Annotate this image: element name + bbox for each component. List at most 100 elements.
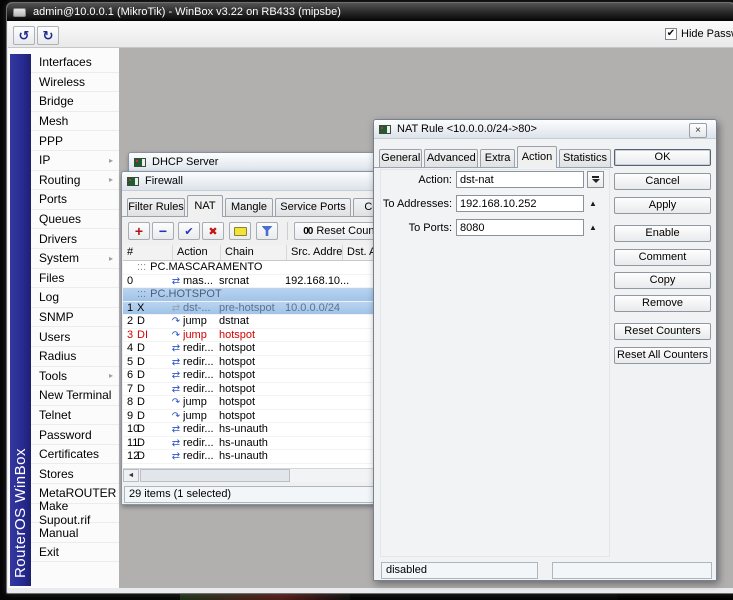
- apply-button[interactable]: Apply: [614, 197, 711, 214]
- scroll-left-button[interactable]: ◄: [123, 469, 139, 482]
- redo-button[interactable]: ↻: [37, 26, 59, 45]
- tab-advanced[interactable]: Advanced: [424, 149, 479, 167]
- tab-mangle[interactable]: Mangle: [225, 198, 273, 216]
- rule-src-address: 192.168.10...: [285, 274, 350, 287]
- sidebar-item-queues[interactable]: Queues: [31, 209, 119, 230]
- sidebar-item-telnet[interactable]: Telnet: [31, 405, 119, 426]
- sidebar-item-exit[interactable]: Exit: [31, 542, 119, 563]
- remove-rule-button[interactable]: −: [152, 222, 174, 240]
- tab-statistics[interactable]: Statistics: [558, 149, 612, 167]
- column-header-src-address[interactable]: Src. Address: [287, 245, 343, 260]
- sidebar-menu: Interfaces Wireless Bridge Mesh PPP IP ▸ Routin…: [31, 53, 119, 563]
- undo-button[interactable]: ↺: [13, 26, 35, 45]
- sidebar-item-files[interactable]: Files: [31, 268, 119, 289]
- column-header-[interactable]: #: [123, 245, 173, 260]
- sidebar-item-ip[interactable]: IP ▸: [31, 150, 119, 171]
- rule-number: 9: [127, 409, 134, 422]
- sidebar-item-log[interactable]: Log: [31, 288, 119, 308]
- add-rule-button[interactable]: +: [128, 222, 150, 240]
- dhcp-window-titlebar[interactable]: DHCP Server: [129, 153, 387, 172]
- reset-counters-button[interactable]: Reset Counters: [614, 323, 711, 340]
- enable-rule-button[interactable]: ✔: [178, 222, 200, 240]
- sidebar-item-label: Telnet: [39, 407, 72, 422]
- tab-extra[interactable]: Extra: [480, 149, 515, 167]
- sidebar-item-certificates[interactable]: Certificates: [31, 444, 119, 465]
- firewall-status-text: 29 items (1 selected): [129, 488, 232, 500]
- sidebar-item-stores[interactable]: Stores: [31, 464, 119, 485]
- sidebar-item-make-supout-rif[interactable]: Make Supout.rif: [31, 499, 119, 527]
- action-dropdown-button[interactable]: [587, 171, 604, 188]
- copy-button[interactable]: Copy: [614, 272, 711, 289]
- tab-action[interactable]: Action: [517, 146, 557, 168]
- rule-flags: D: [137, 409, 145, 422]
- sidebar-item-ppp[interactable]: PPP: [31, 131, 119, 151]
- to-ports-input[interactable]: [456, 219, 584, 236]
- rule-number: 2: [127, 315, 134, 327]
- rule-src-address: 10.0.0.0/24: [285, 301, 341, 314]
- sidebar-item-system[interactable]: System ▸: [31, 248, 119, 269]
- sidebar-item-routing[interactable]: Routing ▸: [31, 170, 119, 191]
- sidebar-item-manual[interactable]: Manual: [31, 523, 119, 543]
- main-toolbar: ↺ ↻ ✔ Hide Password: [8, 21, 733, 48]
- tab-nat[interactable]: NAT: [187, 195, 223, 217]
- sidebar-item-users[interactable]: Users: [31, 327, 119, 347]
- sidebar-item-mesh[interactable]: Mesh: [31, 111, 119, 132]
- filter-button[interactable]: [256, 222, 278, 240]
- sidebar-item-interfaces[interactable]: Interfaces: [31, 53, 119, 73]
- ok-button[interactable]: OK: [614, 149, 711, 166]
- reset-all-counters-button[interactable]: Reset All Counters: [614, 347, 711, 364]
- sidebar-item-tools[interactable]: Tools ▸: [31, 366, 119, 387]
- hide-password-checkbox[interactable]: ✔: [665, 28, 677, 40]
- to-ports-up-icon[interactable]: ▲: [589, 223, 597, 232]
- sidebar-item-label: Ports: [39, 192, 68, 207]
- comment-button[interactable]: Comment: [614, 249, 711, 266]
- cancel-button[interactable]: Cancel: [614, 173, 711, 190]
- enable-button[interactable]: Enable: [614, 225, 711, 242]
- to-addresses-field-label: To Addresses:: [382, 197, 452, 210]
- rule-flags: D: [137, 450, 145, 462]
- submenu-arrow-icon: ▸: [108, 253, 113, 263]
- rule-action: dst-...: [183, 301, 211, 314]
- main-titlebar[interactable]: admin@10.0.0.1 (MikroTik) - WinBox v3.22…: [7, 3, 733, 21]
- to-addresses-input[interactable]: [456, 195, 584, 212]
- column-header-action[interactable]: Action: [173, 245, 221, 260]
- dialog-status-left: disabled: [381, 562, 538, 579]
- sidebar-item-label: Wireless: [39, 74, 86, 89]
- rule-flags: D: [137, 436, 145, 449]
- sidebar-item-new-terminal[interactable]: New Terminal: [31, 386, 119, 406]
- dialog-titlebar[interactable]: NAT Rule <10.0.0.0/24->80>: [374, 120, 716, 139]
- rule-flags: [137, 275, 169, 289]
- sidebar-item-password[interactable]: Password: [31, 425, 119, 445]
- tab-general[interactable]: General: [379, 149, 423, 167]
- sidebar-item-bridge[interactable]: Bridge: [31, 92, 119, 112]
- dialog-close-button[interactable]: ×: [689, 123, 707, 138]
- action-input[interactable]: [456, 171, 584, 188]
- sidebar-item-snmp[interactable]: SNMP: [31, 307, 119, 328]
- to-addresses-up-icon[interactable]: ▲: [589, 199, 597, 208]
- sidebar-item-radius[interactable]: Radius: [31, 346, 119, 367]
- firewall-window-title: Firewall: [145, 175, 183, 187]
- rule-src-address: [283, 450, 363, 464]
- sidebar-item-label: Radius: [39, 349, 77, 364]
- jump-icon: ↷: [171, 329, 181, 341]
- sidebar-item-wireless[interactable]: Wireless: [31, 72, 119, 93]
- sidebar-item-drivers[interactable]: Drivers: [31, 229, 119, 249]
- disable-rule-button[interactable]: ✖: [202, 222, 224, 240]
- hide-password-control[interactable]: ✔ Hide Password: [665, 28, 733, 40]
- remove-button[interactable]: Remove: [614, 295, 711, 312]
- hide-password-label: Hide Password: [681, 28, 733, 40]
- rule-flags: D: [137, 342, 145, 354]
- comment-button[interactable]: [229, 222, 251, 240]
- redirect-icon: ⇄: [171, 383, 181, 395]
- rule-number: 8: [127, 396, 134, 408]
- tab-service-ports[interactable]: Service Ports: [275, 198, 351, 216]
- sidebar-item-ports[interactable]: Ports: [31, 190, 119, 210]
- redirect-icon: ⇄: [171, 356, 181, 368]
- tab-filter-rules[interactable]: Filter Rules: [127, 198, 185, 216]
- column-header-chain[interactable]: Chain: [221, 245, 287, 260]
- rule-action: jump: [183, 315, 207, 327]
- scrollbar-thumb[interactable]: [140, 469, 290, 482]
- jump-icon: ↷: [171, 397, 181, 408]
- rule-chain: hotspot: [219, 396, 256, 408]
- rule-chain: hotspot: [219, 369, 256, 381]
